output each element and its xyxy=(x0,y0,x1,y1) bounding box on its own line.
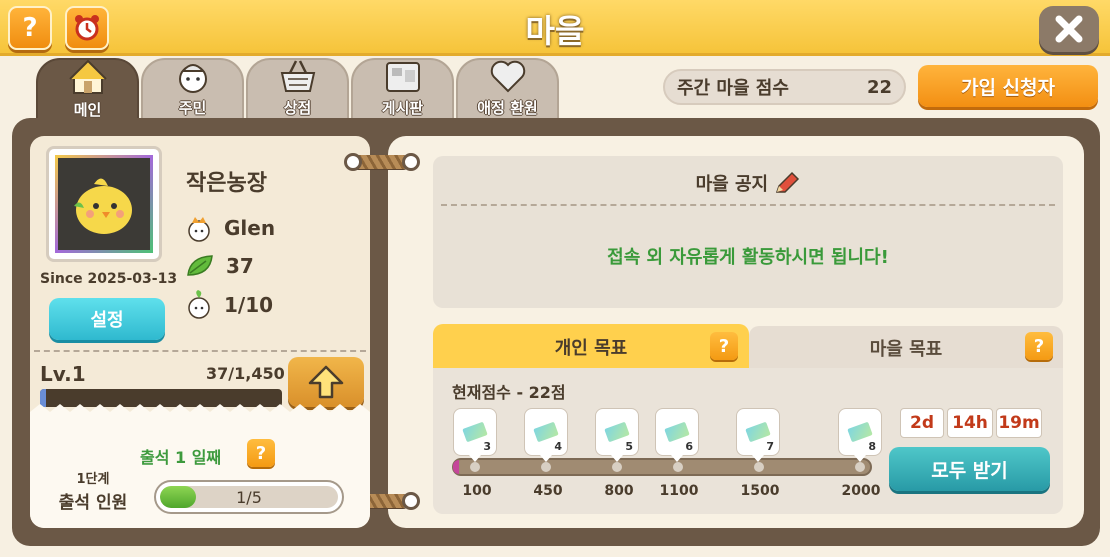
milestone-reward[interactable]: 7 xyxy=(736,408,780,462)
resident-icon xyxy=(173,57,213,95)
goal-progress-track xyxy=(452,458,872,476)
crown-icon xyxy=(188,217,210,242)
question-icon: ? xyxy=(718,335,730,357)
close-button[interactable] xyxy=(1039,6,1099,52)
leader-name: Glen xyxy=(224,216,276,240)
leaf-icon xyxy=(187,255,213,276)
close-icon xyxy=(1055,15,1083,43)
milestone-score: 800 xyxy=(604,483,634,499)
tab-personal-goal[interactable]: 개인 목표 xyxy=(433,324,749,370)
tab-village-goal[interactable]: 마을 목표 xyxy=(749,326,1063,370)
milestone-dot xyxy=(470,462,480,472)
milestone-reward[interactable]: 3 xyxy=(453,408,497,462)
milestone-dot xyxy=(541,462,551,472)
milestone-reward[interactable]: 6 xyxy=(655,408,699,462)
tab-residents[interactable]: 주민 xyxy=(141,58,244,124)
question-icon: ? xyxy=(1033,335,1045,357)
timer-hours: 14h xyxy=(947,408,993,438)
tab-board[interactable]: 게시판 xyxy=(351,58,454,124)
milestone-dot xyxy=(612,462,622,472)
leaves-count: 37 xyxy=(226,254,254,278)
alarm-clock-icon xyxy=(75,15,99,41)
weekly-score: 주간 마을 점수 22 xyxy=(663,69,906,105)
notice-title-text: 마을 공지 xyxy=(695,174,769,195)
settings-button[interactable]: 설정 xyxy=(49,298,165,340)
members-count: 1/10 xyxy=(224,293,274,317)
page-title: 마을 xyxy=(525,12,585,50)
milestone-score: 1500 xyxy=(740,483,780,499)
current-score: 현재점수 - 22점 xyxy=(452,383,566,402)
personal-goal-help-button[interactable]: ? xyxy=(710,332,738,360)
village-name: 작은농장 xyxy=(186,171,267,196)
notice-title: 마을 공지 xyxy=(433,170,1063,200)
tab-label: 개인 목표 xyxy=(554,338,628,359)
attendance-label: 출석 인원 xyxy=(58,493,128,513)
tab-label: 애정 환원 xyxy=(477,99,538,117)
milestone-score: 1100 xyxy=(659,483,699,499)
milestone-dot xyxy=(754,462,764,472)
join-requests-button[interactable]: 가입 신청자 xyxy=(918,65,1098,107)
pencil-icon[interactable] xyxy=(774,171,800,200)
notice-body: 접속 외 자유롭게 활동하시면 됩니다! xyxy=(607,247,889,268)
attendance-stage: 1단계 xyxy=(76,472,110,487)
milestone-reward[interactable]: 5 xyxy=(595,408,639,462)
tab-label: 상점 xyxy=(283,99,312,117)
founded-date: Since 2025-03-13 xyxy=(40,271,178,287)
question-icon: ? xyxy=(255,442,267,464)
village-emblem[interactable] xyxy=(46,146,162,262)
attendance-help-button[interactable]: ? xyxy=(247,439,275,467)
leaves-row: 37 xyxy=(186,253,254,279)
tab-label: 주민 xyxy=(178,99,207,117)
milestone-score: 2000 xyxy=(841,483,881,499)
level-up-button[interactable] xyxy=(288,357,364,407)
milestone-dot xyxy=(673,462,683,472)
tab-affection[interactable]: 애정 환원 xyxy=(456,58,559,124)
timer-minutes: 19m xyxy=(996,408,1042,438)
milestone-score: 100 xyxy=(462,483,492,499)
weekly-score-value: 22 xyxy=(866,76,892,98)
board-icon xyxy=(383,57,423,95)
exp-text: 37/1,450 xyxy=(206,364,285,383)
divider xyxy=(34,350,366,352)
house-icon xyxy=(68,59,108,97)
members-row: 1/10 xyxy=(186,290,273,320)
attendance-count: 1/5 xyxy=(236,487,262,507)
timer-days: 2d xyxy=(900,408,944,438)
milestone-reward[interactable]: 8 xyxy=(838,408,882,462)
up-arrow-icon xyxy=(308,365,344,399)
question-icon: ? xyxy=(22,13,38,43)
rivet xyxy=(402,492,420,510)
village-goal-help-button[interactable]: ? xyxy=(1025,332,1053,360)
rivet xyxy=(344,153,362,171)
help-button[interactable]: ? xyxy=(8,6,52,50)
milestone-score: 450 xyxy=(533,483,563,499)
attendance-days: 출석 1 일째 xyxy=(140,448,222,467)
tab-label: 메인 xyxy=(73,101,102,119)
heart-icon xyxy=(488,57,528,95)
weekly-score-label: 주간 마을 점수 xyxy=(677,78,789,99)
tab-label: 마을 목표 xyxy=(869,339,943,360)
claim-all-button[interactable]: 모두 받기 xyxy=(889,447,1050,491)
alarm-button[interactable] xyxy=(65,6,109,50)
notice-divider xyxy=(441,204,1055,206)
milestone-reward[interactable]: 4 xyxy=(524,408,568,462)
tab-label: 게시판 xyxy=(381,99,424,117)
rivet xyxy=(402,153,420,171)
tab-main[interactable]: 메인 xyxy=(36,58,139,126)
goal-progress-fill xyxy=(453,460,459,474)
basket-icon xyxy=(278,57,318,95)
member-icon xyxy=(188,290,210,319)
leader-row: Glen xyxy=(186,213,275,243)
milestone-dot xyxy=(855,462,865,472)
tab-shop[interactable]: 상점 xyxy=(246,58,349,124)
attendance-progress: 1/5 xyxy=(154,480,344,514)
chick-icon xyxy=(74,178,132,234)
village-level: Lv.1 xyxy=(40,362,86,386)
